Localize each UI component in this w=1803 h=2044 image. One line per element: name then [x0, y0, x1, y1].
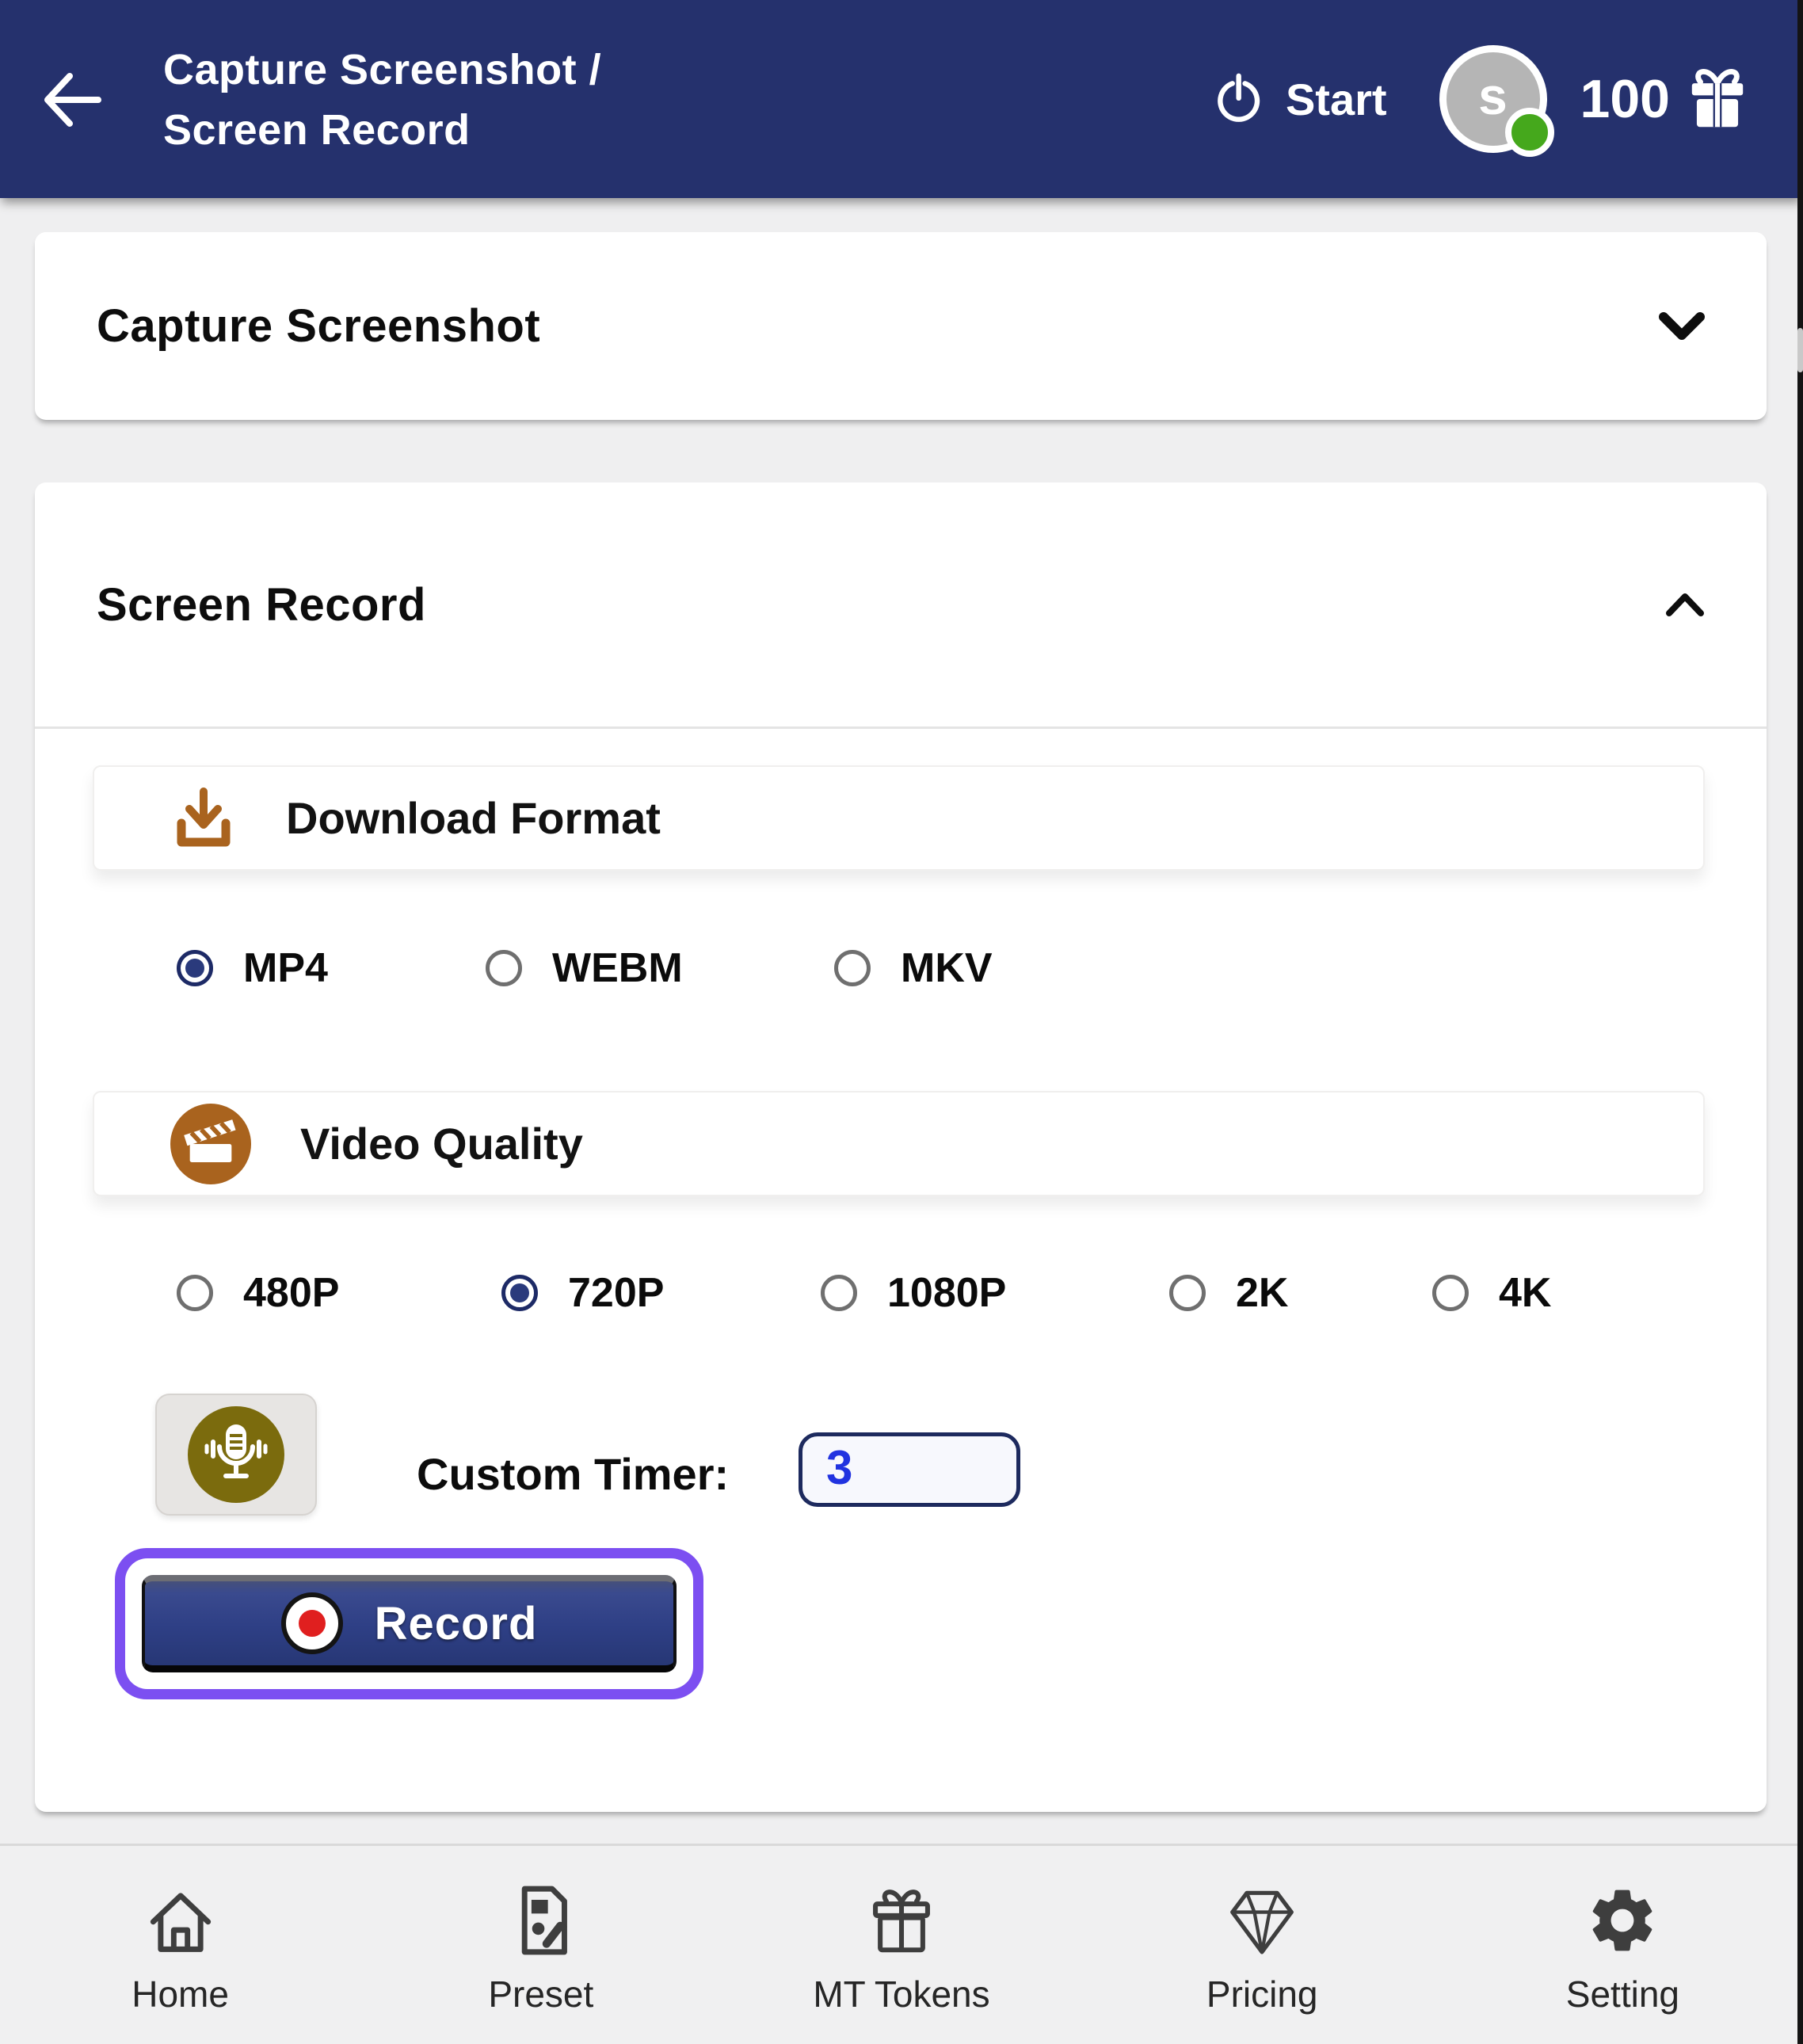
radio-circle	[501, 1275, 538, 1311]
video-quality-label: Video Quality	[300, 1118, 583, 1169]
power-icon	[1213, 71, 1268, 127]
microphone-icon	[187, 1405, 285, 1504]
start-label: Start	[1286, 74, 1387, 125]
tab-setting-label: Setting	[1566, 1973, 1679, 2015]
radio-mkv[interactable]: MKV	[834, 940, 993, 997]
page-title-line2: Screen Record	[163, 100, 601, 160]
download-icon	[170, 785, 237, 852]
document-edit-icon	[500, 1879, 582, 1962]
capture-screenshot-title: Capture Screenshot	[97, 299, 540, 353]
radio-1080p[interactable]: 1080P	[821, 1264, 1006, 1321]
microphone-toggle[interactable]	[155, 1394, 317, 1516]
radio-1080p-label: 1080P	[887, 1269, 1006, 1317]
token-counter[interactable]: 100	[1580, 59, 1754, 139]
home-icon	[139, 1879, 222, 1962]
window-edge-strip	[1797, 0, 1803, 2044]
gift-outline-icon	[860, 1879, 943, 1962]
download-format-section: Download Format	[93, 765, 1705, 871]
radio-mp4[interactable]: MP4	[177, 940, 328, 997]
radio-circle	[1432, 1275, 1469, 1311]
record-dot-icon	[281, 1592, 343, 1654]
clapperboard-icon	[170, 1104, 251, 1184]
record-button-highlight: Record	[115, 1548, 703, 1699]
radio-circle	[821, 1275, 857, 1311]
start-button[interactable]: Start	[1213, 71, 1387, 127]
radio-4k[interactable]: 4K	[1432, 1264, 1551, 1321]
radio-mkv-label: MKV	[901, 944, 993, 992]
custom-timer-label: Custom Timer:	[417, 1448, 729, 1500]
app-screen: Capture Screenshot / Screen Record Start…	[0, 0, 1803, 2044]
radio-480p-label: 480P	[243, 1269, 339, 1317]
radio-720p[interactable]: 720P	[501, 1264, 664, 1321]
tab-pricing[interactable]: Pricing	[1082, 1846, 1443, 2044]
radio-circle	[486, 950, 522, 986]
record-button-frame: Record	[125, 1558, 693, 1689]
back-button[interactable]	[35, 62, 111, 138]
radio-mp4-label: MP4	[243, 944, 328, 992]
radio-circle	[1169, 1275, 1206, 1311]
custom-timer-input[interactable]	[799, 1432, 1020, 1507]
record-button[interactable]: Record	[142, 1575, 677, 1672]
radio-2k-label: 2K	[1236, 1269, 1288, 1317]
radio-circle	[177, 950, 213, 986]
page-title: Capture Screenshot / Screen Record	[163, 40, 601, 160]
radio-4k-label: 4K	[1499, 1269, 1551, 1317]
chevron-down-icon	[1659, 311, 1705, 342]
gift-icon	[1681, 59, 1754, 139]
gear-icon	[1584, 1879, 1660, 1962]
video-quality-section: Video Quality	[93, 1091, 1705, 1196]
top-navbar: Capture Screenshot / Screen Record Start…	[0, 0, 1803, 198]
scrollbar-thumb[interactable]	[1797, 328, 1803, 372]
screen-record-header[interactable]: Screen Record	[35, 482, 1767, 729]
tab-pricing-label: Pricing	[1206, 1973, 1318, 2015]
radio-720p-label: 720P	[568, 1269, 664, 1317]
navbar-actions: Start s 100	[1213, 0, 1754, 198]
radio-circle	[177, 1275, 213, 1311]
radio-2k[interactable]: 2K	[1169, 1264, 1288, 1321]
radio-webm-label: WEBM	[552, 944, 683, 992]
capture-screenshot-header[interactable]: Capture Screenshot	[35, 232, 1767, 420]
back-arrow-icon	[35, 62, 111, 138]
download-format-label: Download Format	[286, 792, 661, 844]
screen-record-title: Screen Record	[97, 578, 426, 631]
radio-circle	[834, 950, 871, 986]
tab-mt-tokens[interactable]: MT Tokens	[721, 1846, 1081, 2044]
radio-480p[interactable]: 480P	[177, 1264, 339, 1321]
tab-mt-tokens-label: MT Tokens	[813, 1973, 989, 2015]
capture-screenshot-card: Capture Screenshot	[35, 232, 1767, 420]
page-title-line1: Capture Screenshot /	[163, 40, 601, 100]
chevron-up-icon	[1665, 589, 1705, 620]
record-button-label: Record	[375, 1597, 538, 1650]
bottom-tab-bar: Home Preset	[0, 1844, 1803, 2044]
tab-preset-label: Preset	[488, 1973, 593, 2015]
avatar-letter: s	[1478, 70, 1508, 122]
online-status-dot	[1505, 108, 1554, 157]
avatar[interactable]: s	[1439, 45, 1547, 153]
tab-preset[interactable]: Preset	[360, 1846, 721, 2044]
tab-home[interactable]: Home	[0, 1846, 360, 2044]
tab-home-label: Home	[132, 1973, 229, 2015]
tab-setting[interactable]: Setting	[1443, 1846, 1803, 2044]
token-count: 100	[1580, 68, 1670, 130]
screen-record-card: Screen Record Download Format MP4	[35, 482, 1767, 1812]
diamond-icon	[1221, 1879, 1303, 1962]
radio-webm[interactable]: WEBM	[486, 940, 683, 997]
